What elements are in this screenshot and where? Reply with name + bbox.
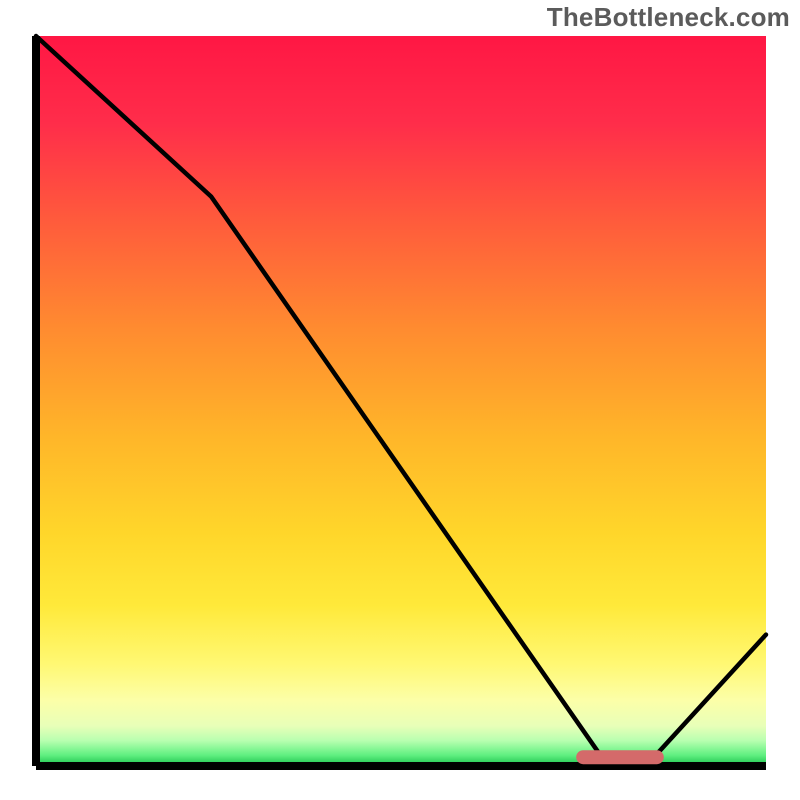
watermark-text: TheBottleneck.com xyxy=(547,2,790,33)
bottleneck-chart xyxy=(0,0,800,800)
optimal-range-marker xyxy=(576,750,664,764)
chart-frame: TheBottleneck.com xyxy=(0,0,800,800)
gradient-background xyxy=(36,36,766,766)
plot-area xyxy=(36,36,766,766)
